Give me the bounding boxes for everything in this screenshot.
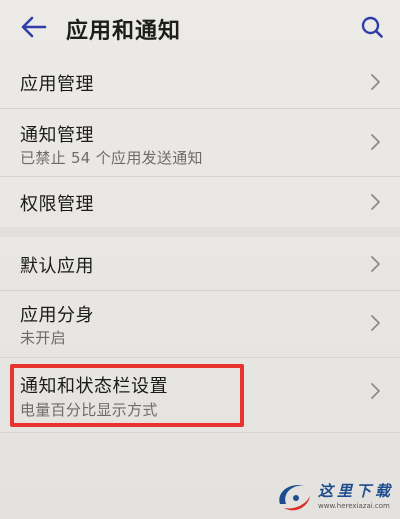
chevron-right-icon	[371, 194, 380, 210]
menu-item-title: 应用管理	[20, 74, 94, 95]
menu-item-subtitle: 电量百分比显示方式	[20, 401, 158, 419]
menu-item-notification-management[interactable]: 通知管理 已禁止 54 个应用发送通知	[0, 109, 400, 176]
page-title: 应用和通知	[66, 19, 182, 44]
watermark: 这里下载 www.herexiazai.com	[272, 474, 398, 518]
menu-item-permission-management[interactable]: 权限管理	[0, 177, 400, 227]
search-button[interactable]	[356, 12, 388, 42]
menu-item-subtitle: 已禁止 54 个应用发送通知	[20, 149, 203, 167]
menu-item-title: 通知管理	[20, 125, 94, 146]
menu-item-title: 默认应用	[20, 256, 94, 277]
menu-item-app-twin[interactable]: 应用分身 未开启	[0, 291, 400, 357]
menu-item-title: 应用分身	[20, 305, 94, 326]
chevron-right-icon	[371, 74, 380, 90]
settings-screen: 应用和通知 应用管理 通知管理 已禁止 54 个应用发送通知 权限管理 默认应用…	[0, 0, 400, 519]
menu-item-notification-status-bar-settings[interactable]: 通知和状态栏设置 电量百分比显示方式	[0, 358, 400, 430]
chevron-right-icon	[371, 315, 380, 331]
watermark-logo-icon	[279, 485, 310, 511]
watermark-name: 这里下载	[318, 482, 395, 500]
menu-item-default-apps[interactable]: 默认应用	[0, 237, 400, 290]
divider	[0, 432, 400, 433]
back-button[interactable]	[18, 12, 50, 42]
chevron-right-icon	[371, 256, 380, 272]
app-header: 应用和通知	[0, 0, 400, 56]
watermark-url: www.herexiazai.com	[318, 502, 390, 510]
menu-item-title: 权限管理	[20, 194, 94, 215]
chevron-right-icon	[371, 383, 380, 399]
arrow-left-icon	[21, 16, 47, 38]
menu-item-title: 通知和状态栏设置	[20, 376, 168, 397]
chevron-right-icon	[371, 134, 380, 150]
section-gap	[0, 227, 400, 237]
menu-item-subtitle: 未开启	[20, 329, 66, 347]
menu-item-app-management[interactable]: 应用管理	[0, 56, 400, 108]
search-icon	[361, 16, 383, 38]
watermark-text: 这里下载 www.herexiazai.com	[318, 480, 394, 510]
